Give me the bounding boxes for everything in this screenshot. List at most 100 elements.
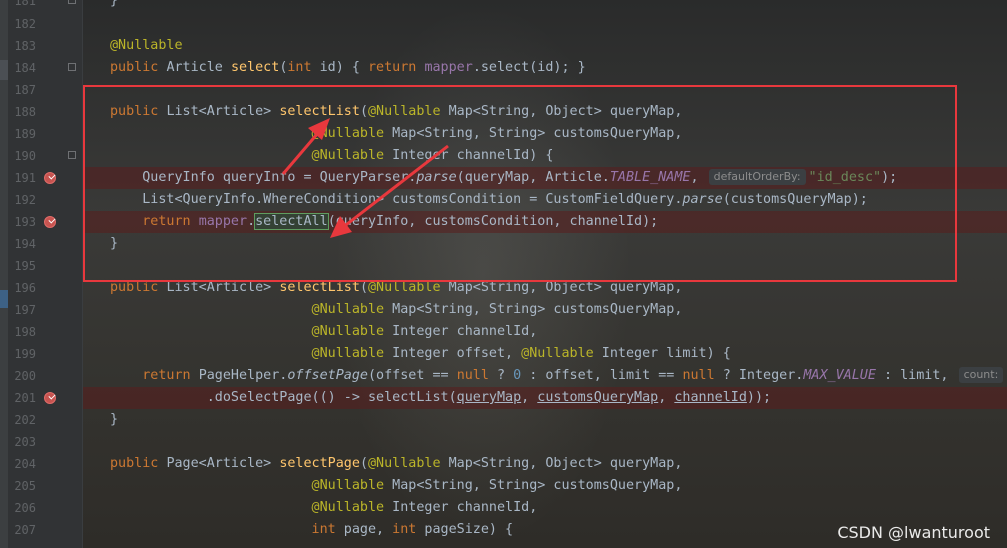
code-token: .select(id); }: [472, 60, 586, 75]
line-number[interactable]: 206: [8, 497, 36, 519]
code-line[interactable]: 184 public Article select(int id) { retur…: [0, 57, 1007, 79]
line-number[interactable]: 184: [8, 57, 36, 79]
line-number[interactable]: 181: [8, 0, 36, 12]
line-number[interactable]: 190: [8, 145, 36, 167]
code-token: (: [359, 456, 368, 471]
code-line[interactable]: 203: [0, 431, 1007, 453]
code-line[interactable]: 197 @Nullable Map<String, String> custom…: [0, 299, 1007, 321]
line-number[interactable]: 204: [8, 453, 36, 475]
code-text[interactable]: public Article select(int id) { return m…: [110, 57, 586, 79]
code-token: channelId: [674, 390, 747, 405]
code-text[interactable]: @Nullable Integer channelId,: [110, 497, 538, 519]
code-token: : offset, limit ==: [529, 368, 683, 383]
breakpoint-icon[interactable]: [44, 172, 56, 184]
code-token: @Nullable: [110, 38, 183, 53]
code-token: null: [682, 368, 723, 383]
code-text[interactable]: }: [110, 409, 118, 431]
line-number[interactable]: 198: [8, 321, 36, 343]
code-token: @Nullable: [311, 302, 393, 317]
code-line[interactable]: 200 return PageHelper.offsetPage(offset …: [0, 365, 1007, 387]
code-line[interactable]: 202}: [0, 409, 1007, 431]
code-token: select: [230, 60, 280, 75]
code-line[interactable]: 198 @Nullable Integer channelId,: [0, 321, 1007, 343]
code-token: Page<Article>: [166, 456, 280, 471]
line-number[interactable]: 182: [8, 13, 36, 35]
line-number[interactable]: 207: [8, 519, 36, 541]
line-number[interactable]: 187: [8, 79, 36, 101]
code-token: Map<String, String> customsQueryMap,: [392, 302, 683, 317]
code-token: ? Integer.: [722, 368, 804, 383]
code-text[interactable]: }: [110, 0, 118, 12]
line-number[interactable]: 196: [8, 277, 36, 299]
code-line[interactable]: 181}: [0, 0, 1007, 12]
code-text[interactable]: public Page<Article> selectPage(@Nullabl…: [110, 453, 682, 475]
code-token: Integer offset,: [392, 346, 522, 361]
line-number[interactable]: 201: [8, 387, 36, 409]
line-number[interactable]: 197: [8, 299, 36, 321]
code-line[interactable]: 205 @Nullable Map<String, String> custom…: [0, 475, 1007, 497]
code-line[interactable]: 204 public Page<Article> selectPage(@Null…: [0, 453, 1007, 475]
fold-icon[interactable]: [68, 63, 76, 71]
line-number[interactable]: 195: [8, 255, 36, 277]
fold-icon[interactable]: [68, 0, 76, 4]
line-number[interactable]: 194: [8, 233, 36, 255]
code-token: selectList: [279, 280, 360, 295]
line-number[interactable]: 183: [8, 35, 36, 57]
code-line[interactable]: 183 @Nullable: [0, 35, 1007, 57]
code-token: public: [110, 456, 167, 471]
line-number[interactable]: 205: [8, 475, 36, 497]
line-number[interactable]: 188: [8, 101, 36, 123]
line-number[interactable]: 200: [8, 365, 36, 387]
code-token: @Nullable: [521, 346, 602, 361]
code-token: Map<String, Object> queryMap,: [448, 456, 683, 471]
line-number[interactable]: 203: [8, 431, 36, 453]
code-token: @Nullable: [368, 456, 449, 471]
code-token: id) {: [319, 60, 368, 75]
code-text[interactable]: @Nullable Map<String, String> customsQue…: [110, 299, 683, 321]
code-text[interactable]: @Nullable Integer offset, @Nullable Inte…: [110, 343, 731, 365]
code-token: Integer channelId,: [392, 324, 538, 339]
code-text[interactable]: @Nullable Map<String, String> customsQue…: [110, 475, 683, 497]
fold-icon[interactable]: [68, 151, 76, 159]
highlight-box: [83, 85, 957, 282]
code-token: queryMap: [456, 390, 522, 405]
code-text[interactable]: @Nullable: [110, 35, 183, 57]
line-number[interactable]: 192: [8, 189, 36, 211]
code-text[interactable]: @Nullable Integer channelId,: [110, 321, 538, 343]
code-token: .doSelectPage(() -> selectList(: [110, 390, 457, 405]
code-token: PageHelper.: [198, 368, 288, 383]
code-line[interactable]: 182: [0, 13, 1007, 35]
code-token: selectPage: [279, 456, 360, 471]
code-line[interactable]: 206 @Nullable Integer channelId,: [0, 497, 1007, 519]
code-token: page,: [343, 522, 393, 537]
line-number[interactable]: 193: [8, 211, 36, 233]
code-token: return: [142, 368, 199, 383]
code-token: @Nullable: [311, 324, 393, 339]
breakpoint-icon[interactable]: [44, 216, 56, 228]
code-text[interactable]: return PageHelper.offsetPage(offset == n…: [110, 365, 1007, 387]
code-token: }: [110, 412, 119, 427]
code-token: ,: [658, 390, 675, 405]
code-token: MAX_VALUE: [803, 368, 884, 383]
code-token: ,: [521, 390, 538, 405]
parameter-hint: count:: [958, 367, 1004, 383]
code-line[interactable]: 201 .doSelectPage(() -> selectList(query…: [0, 387, 1007, 409]
line-number[interactable]: 189: [8, 123, 36, 145]
code-token: public: [110, 60, 167, 75]
code-text[interactable]: int page, int pageSize) {: [110, 519, 514, 541]
line-number[interactable]: 191: [8, 167, 36, 189]
code-token: List<Article>: [166, 280, 280, 295]
code-token: Integer limit) {: [601, 346, 731, 361]
code-text[interactable]: .doSelectPage(() -> selectList(queryMap,…: [110, 387, 771, 409]
code-line[interactable]: 199 @Nullable Integer offset, @Nullable …: [0, 343, 1007, 365]
code-token: (: [359, 280, 368, 295]
code-token: int: [392, 522, 425, 537]
breakpoint-icon[interactable]: [44, 392, 56, 404]
line-number[interactable]: 199: [8, 343, 36, 365]
line-number[interactable]: 202: [8, 409, 36, 431]
code-token: public: [110, 280, 167, 295]
